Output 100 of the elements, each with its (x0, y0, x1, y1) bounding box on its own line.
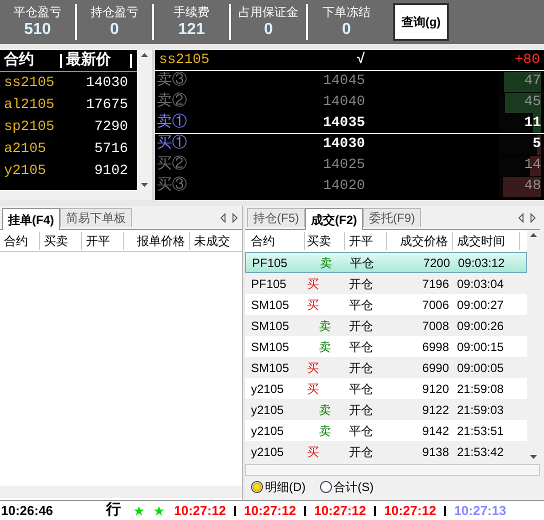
stat-label: 占用保证金 (238, 4, 298, 20)
trade-row[interactable]: SM105 卖 开仓 7008 09:00:26 (245, 315, 527, 336)
level-label: 买③ (156, 176, 188, 196)
price-change: +80 (514, 50, 541, 70)
trade-row[interactable]: PF105 卖 平仓 7200 09:03:12 (245, 252, 527, 273)
contract-code: y2105 (250, 380, 285, 398)
level-volume: 5 (532, 135, 541, 154)
column-header[interactable]: 成交时间 (453, 232, 520, 250)
contract-code: y2105 (250, 422, 285, 440)
open-close-label: 平仓 (349, 254, 375, 272)
contract-code[interactable]: a2105 (0, 138, 70, 160)
level-price: 14045 (322, 72, 365, 91)
stat-label: 手续费 (174, 4, 210, 20)
side-label: 卖 (318, 318, 332, 334)
latest-price: 9102 (93, 162, 128, 180)
stat-value: 0 (342, 20, 351, 40)
star-icon (154, 506, 164, 516)
contract-code[interactable]: y2105 (0, 160, 70, 182)
tab[interactable]: 委托(F9) (363, 208, 421, 227)
contract-code[interactable]: ss2105 (0, 72, 70, 94)
trade-time: 09:00:26 (456, 318, 505, 334)
horizontal-scrollbar[interactable] (0, 486, 242, 498)
contract-code[interactable]: sp2105 (0, 116, 70, 138)
contract-code: PF105 (250, 276, 288, 292)
trade-price: 9138 (421, 444, 450, 460)
stat-value: 510 (24, 20, 51, 40)
trade-price: 9142 (421, 422, 450, 440)
timestamp: 10:27:12 (384, 502, 436, 520)
column-header[interactable]: 买卖 (40, 232, 82, 250)
vertical-scrollbar[interactable] (527, 230, 540, 462)
level-volume: 14 (524, 156, 541, 175)
status-label: 行 (106, 500, 122, 520)
star-icon (134, 506, 144, 516)
tab-left-icon[interactable] (518, 213, 524, 223)
contract-code: y2105 (250, 402, 285, 418)
query-button[interactable]: 查询(g) (393, 3, 449, 41)
radio-option[interactable]: 合计(S) (320, 478, 374, 496)
check-mark: √ (356, 50, 365, 70)
stat-label: 持仓盈亏 (90, 4, 138, 20)
open-close-label: 开仓 (348, 276, 374, 292)
latest-price: 17675 (84, 96, 128, 114)
tab-left-icon[interactable] (220, 213, 226, 223)
level-price: 14040 (322, 93, 365, 112)
column-header[interactable]: 合约 (245, 232, 305, 250)
column-header[interactable]: 合约 (0, 232, 40, 250)
level-price: 14035 (322, 114, 365, 132)
tab-right-icon[interactable] (530, 213, 536, 223)
trade-time: 09:03:12 (457, 254, 506, 272)
scroll-up-icon[interactable] (528, 231, 539, 239)
column-header[interactable]: 成交价格 (387, 232, 453, 250)
trade-time: 21:59:08 (456, 380, 505, 398)
stat-value: 0 (110, 20, 119, 40)
column-header[interactable]: 开平 (82, 232, 124, 250)
trade-price: 9120 (421, 380, 450, 398)
level-price: 14025 (322, 156, 365, 175)
column-header[interactable]: 买卖 (305, 232, 345, 250)
trade-row[interactable]: y2105 买 开仓 9138 21:53:42 (245, 441, 527, 462)
column-header[interactable]: 报单价格 (124, 232, 190, 250)
radio-icon[interactable] (251, 481, 263, 493)
horizontal-scrollbar[interactable] (245, 464, 540, 476)
side-label: 买 (306, 360, 320, 376)
trade-price: 7200 (422, 254, 451, 272)
scroll-down-icon[interactable] (528, 453, 539, 461)
trade-time: 21:59:03 (456, 402, 505, 418)
level-volume: 48 (524, 177, 541, 196)
vertical-scrollbar[interactable] (137, 50, 152, 190)
column-header[interactable]: 开平 (345, 232, 387, 250)
stat-label: 平仓盈亏 (14, 4, 62, 20)
column-header[interactable]: 未成交 (190, 232, 242, 250)
open-close-label: 平仓 (348, 338, 374, 356)
latest-price: 7290 (93, 118, 128, 136)
tab[interactable]: 挂单(F4) (2, 208, 60, 230)
horizontal-scrollbar[interactable] (0, 190, 152, 200)
side-label: 买 (306, 296, 320, 314)
scroll-up-icon[interactable] (139, 51, 150, 59)
tab-right-icon[interactable] (232, 213, 238, 223)
trade-price: 9122 (421, 402, 450, 418)
open-close-label: 开仓 (348, 360, 374, 376)
timestamp: 10:27:13 (454, 502, 506, 520)
level-volume: 45 (524, 93, 541, 112)
tab[interactable]: 成交(F2) (305, 208, 363, 230)
column-header[interactable]: 合约 (0, 54, 62, 68)
column-header[interactable]: 最新价 (62, 54, 132, 68)
tab[interactable]: 持仓(F5) (247, 208, 305, 227)
contract-code: ss2105 (158, 50, 210, 70)
trade-row[interactable]: PF105 买 开仓 7196 09:03:04 (245, 273, 527, 294)
contract-code: SM105 (250, 296, 290, 314)
radio-icon[interactable] (320, 481, 332, 493)
trade-price: 7006 (421, 296, 450, 314)
radio-option[interactable]: 明细(D) (251, 478, 306, 496)
trade-time: 09:00:05 (456, 360, 505, 376)
trade-row[interactable]: SM105 买 开仓 6990 09:00:05 (245, 357, 527, 378)
level-label: 卖② (156, 92, 188, 112)
trade-row[interactable]: y2105 卖 开仓 9122 21:59:03 (245, 399, 527, 420)
side-label: 卖 (318, 338, 332, 356)
level-volume: 11 (524, 114, 541, 132)
level-label: 卖③ (156, 70, 188, 92)
contract-code[interactable]: al2105 (0, 94, 70, 116)
tab[interactable]: 简易下单板 (60, 208, 132, 227)
trade-time: 09:00:15 (456, 338, 505, 356)
